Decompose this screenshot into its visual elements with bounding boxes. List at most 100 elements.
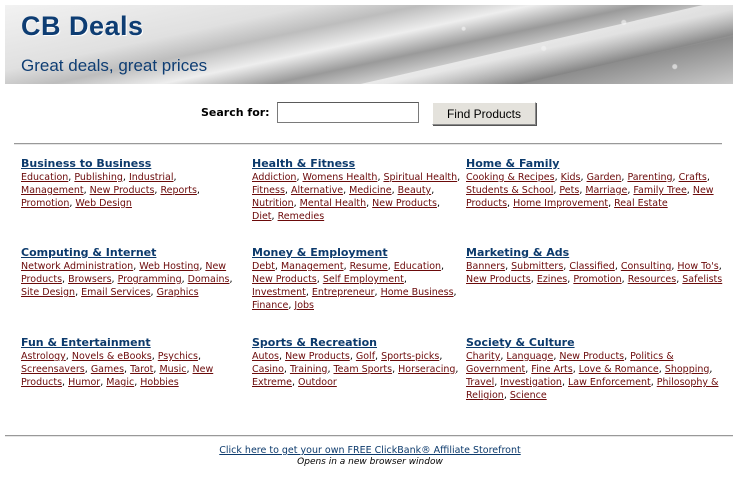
category-link[interactable]: Music xyxy=(159,364,186,375)
category-link[interactable]: Self Employment xyxy=(323,274,404,285)
category-link[interactable]: Promotion xyxy=(21,198,69,209)
category-link[interactable]: Psychics xyxy=(158,351,198,362)
category-link[interactable]: Extreme xyxy=(252,377,292,388)
category-link[interactable]: Sports-picks xyxy=(381,351,439,362)
category-link[interactable]: Resume xyxy=(350,261,388,272)
category-link[interactable]: Beauty xyxy=(398,185,432,196)
category-link[interactable]: Love & Romance xyxy=(579,364,659,375)
category-link[interactable]: Magic xyxy=(106,377,134,388)
category-title[interactable]: Money & Employment xyxy=(252,246,462,260)
category-title[interactable]: Computing & Internet xyxy=(21,246,241,260)
category-link[interactable]: Science xyxy=(510,390,547,401)
category-link[interactable]: Students & School xyxy=(466,185,553,196)
category-link[interactable]: Shopping xyxy=(665,364,710,375)
category-link[interactable]: Investigation xyxy=(500,377,562,388)
category-link[interactable]: Team Sports xyxy=(333,364,392,375)
category-link[interactable]: Programming xyxy=(118,274,182,285)
category-link[interactable]: Debt xyxy=(252,261,275,272)
category-title[interactable]: Marketing & Ads xyxy=(466,246,726,260)
category-title[interactable]: Health & Fitness xyxy=(252,157,462,171)
category-link[interactable]: Submitters xyxy=(511,261,563,272)
category-link[interactable]: Web Hosting xyxy=(139,261,199,272)
category-link[interactable]: Home Improvement xyxy=(513,198,608,209)
category-link[interactable]: Site Design xyxy=(21,287,75,298)
category-link[interactable]: Jobs xyxy=(294,300,314,311)
category-link[interactable]: New Products xyxy=(285,351,350,362)
category-link[interactable]: Marriage xyxy=(585,185,627,196)
category-link[interactable]: Web Design xyxy=(75,198,132,209)
category-link[interactable]: Alternative xyxy=(291,185,343,196)
category-link[interactable]: Casino xyxy=(252,364,284,375)
category-link[interactable]: Fine Arts xyxy=(531,364,572,375)
category-link[interactable]: New Products xyxy=(372,198,437,209)
category-link[interactable]: Home Business xyxy=(381,287,454,298)
category-link[interactable]: Entrepreneur xyxy=(312,287,375,298)
category-link[interactable]: Humor xyxy=(68,377,100,388)
category-link[interactable]: Pets xyxy=(559,185,579,196)
category-link[interactable]: Ezines xyxy=(537,274,567,285)
affiliate-storefront-link[interactable]: Click here to get your own FREE ClickBan… xyxy=(0,445,740,456)
category-link[interactable]: Reports xyxy=(160,185,196,196)
category-link[interactable]: Cooking & Recipes xyxy=(466,172,555,183)
category-link[interactable]: Novels & eBooks xyxy=(72,351,152,362)
category-link[interactable]: Nutrition xyxy=(252,198,294,209)
category-link[interactable]: Medicine xyxy=(349,185,391,196)
category-link[interactable]: Language xyxy=(506,351,553,362)
category-link[interactable]: Banners xyxy=(466,261,505,272)
category-link[interactable]: New Products xyxy=(466,274,531,285)
category-link[interactable]: Diet xyxy=(252,211,272,222)
category-link[interactable]: Real Estate xyxy=(614,198,668,209)
category-link[interactable]: How To's xyxy=(677,261,718,272)
category-link[interactable]: Garden xyxy=(587,172,622,183)
search-input[interactable] xyxy=(277,102,419,123)
category-link[interactable]: Astrology xyxy=(21,351,66,362)
category-link[interactable]: Education xyxy=(394,261,441,272)
category-link[interactable]: Promotion xyxy=(573,274,621,285)
category-link[interactable]: Investment xyxy=(252,287,306,298)
category-link[interactable]: Browsers xyxy=(68,274,111,285)
category-link[interactable]: Classified xyxy=(569,261,615,272)
category-link[interactable]: New Products xyxy=(252,274,317,285)
category-link[interactable]: Outdoor xyxy=(298,377,337,388)
category-link[interactable]: Charity xyxy=(466,351,500,362)
category-link[interactable]: Hobbies xyxy=(140,377,178,388)
category-link[interactable]: Publishing xyxy=(74,172,123,183)
category-link[interactable]: Autos xyxy=(252,351,279,362)
category-link[interactable]: Law Enforcement xyxy=(568,377,651,388)
category-link[interactable]: Remedies xyxy=(278,211,325,222)
category-link[interactable]: Safelists xyxy=(682,274,722,285)
category-link[interactable]: Finance xyxy=(252,300,288,311)
category-link[interactable]: Womens Health xyxy=(303,172,378,183)
category-link[interactable]: Consulting xyxy=(621,261,672,272)
category-link[interactable]: Management xyxy=(281,261,344,272)
category-link[interactable]: Industrial xyxy=(129,172,174,183)
category-link[interactable]: Games xyxy=(91,364,124,375)
category-link[interactable]: Resources xyxy=(628,274,677,285)
category-link[interactable]: Spiritual Health xyxy=(383,172,457,183)
category-link[interactable]: Management xyxy=(21,185,84,196)
category-link[interactable]: Screensavers xyxy=(21,364,85,375)
category-link[interactable]: Tarot xyxy=(130,364,153,375)
category-title[interactable]: Home & Family xyxy=(466,157,726,171)
category-title[interactable]: Society & Culture xyxy=(466,336,726,350)
category-link[interactable]: Training xyxy=(290,364,328,375)
category-link[interactable]: Kids xyxy=(561,172,581,183)
category-link[interactable]: Domains xyxy=(188,274,230,285)
category-link[interactable]: Graphics xyxy=(157,287,199,298)
category-link[interactable]: Horseracing xyxy=(398,364,455,375)
category-link[interactable]: New Products xyxy=(559,351,624,362)
category-link[interactable]: Travel xyxy=(466,377,494,388)
category-link[interactable]: Email Services xyxy=(81,287,150,298)
category-link[interactable]: Addiction xyxy=(252,172,296,183)
category-link[interactable]: Crafts xyxy=(679,172,707,183)
category-title[interactable]: Sports & Recreation xyxy=(252,336,462,350)
category-title[interactable]: Fun & Entertainment xyxy=(21,336,241,350)
category-link[interactable]: New Products xyxy=(90,185,155,196)
category-link[interactable]: Family Tree xyxy=(633,185,686,196)
category-link[interactable]: Fitness xyxy=(252,185,285,196)
category-link[interactable]: Mental Health xyxy=(300,198,366,209)
find-products-button[interactable]: Find Products xyxy=(432,102,536,125)
category-title[interactable]: Business to Business xyxy=(21,157,241,171)
category-link[interactable]: Network Administration xyxy=(21,261,133,272)
category-link[interactable]: Golf xyxy=(356,351,375,362)
